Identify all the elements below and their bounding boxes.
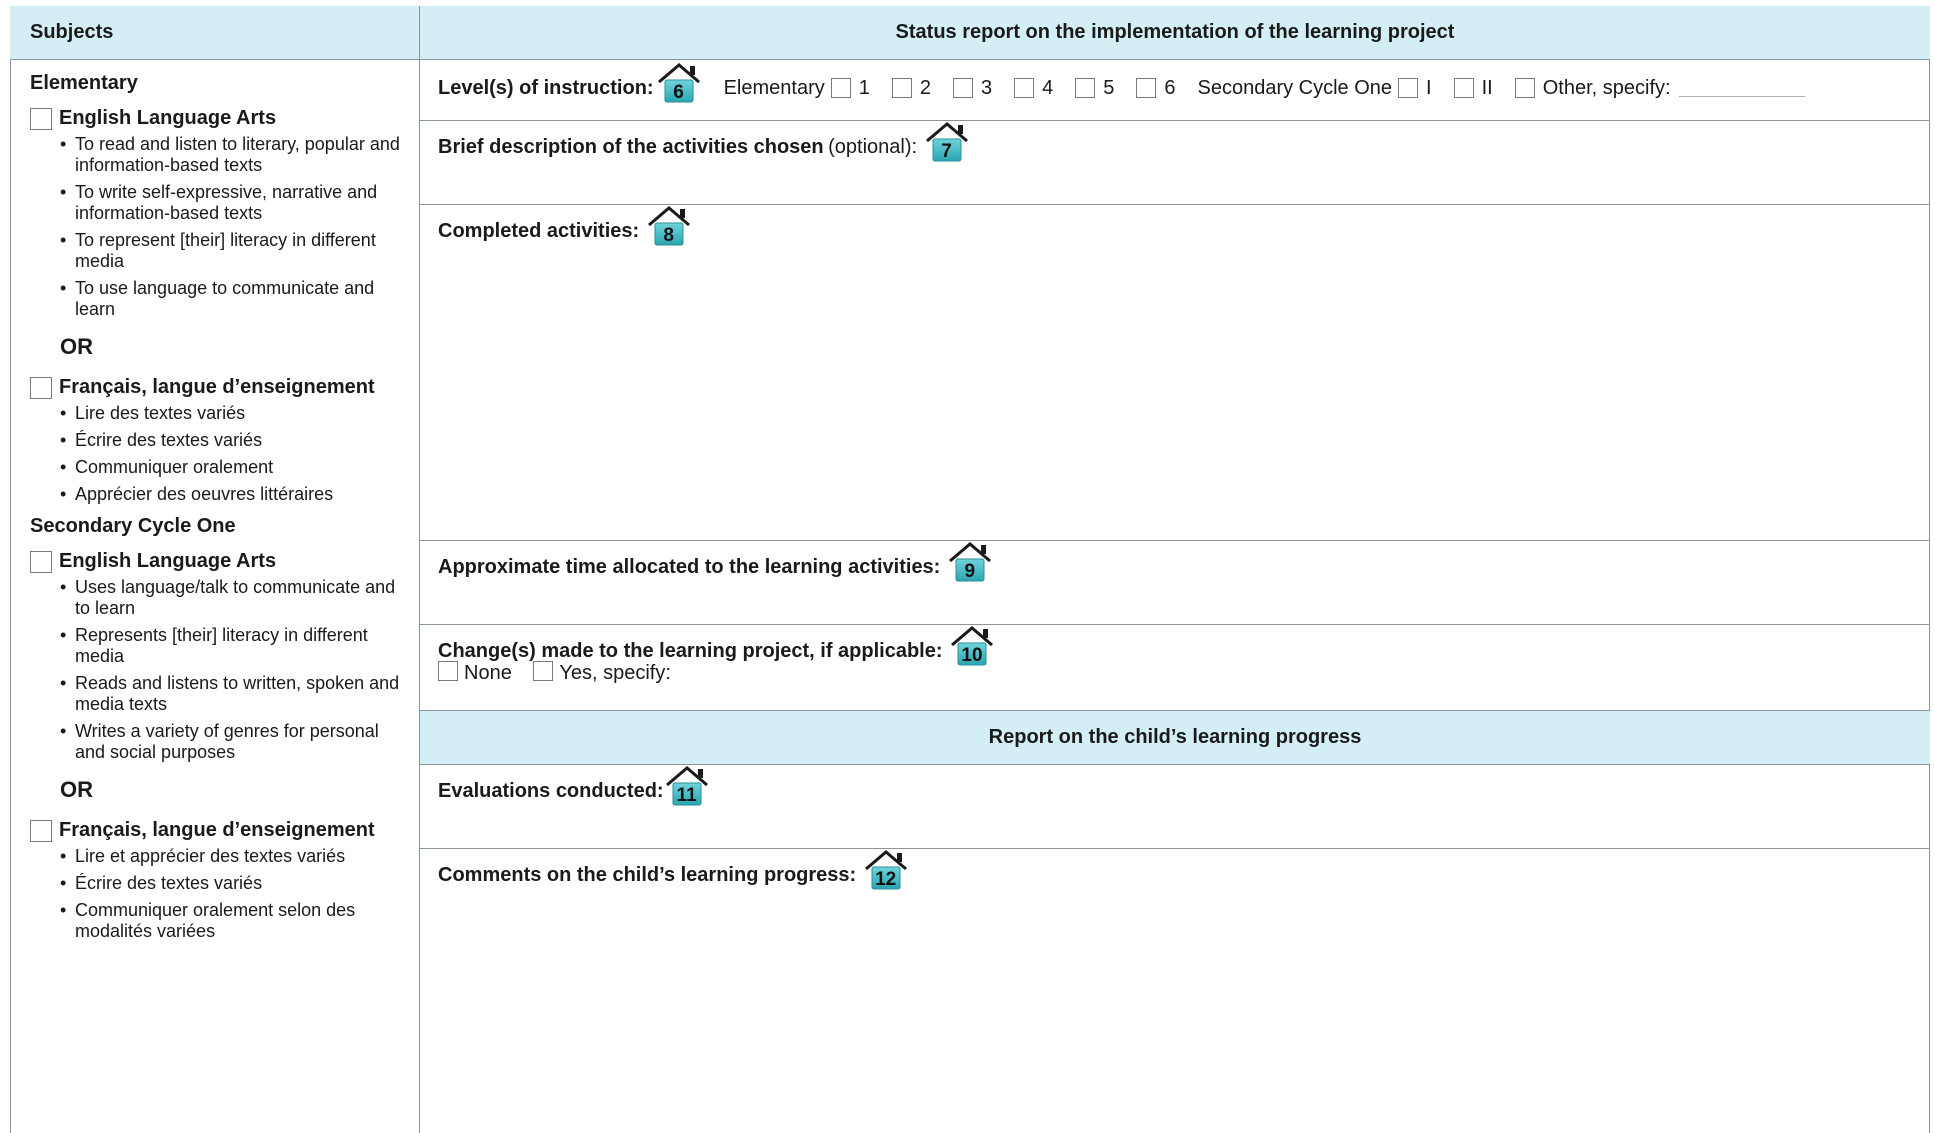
brief-section[interactable]: Brief description of the activities chos…: [420, 121, 1930, 205]
other-option[interactable]: Other, specify:: [1514, 77, 1671, 100]
secondary-title: Secondary Cycle One: [30, 515, 236, 537]
grade-checkbox[interactable]: [1014, 78, 1035, 98]
house-icon: 9: [947, 541, 993, 583]
sec-english-competencies: Uses language/talk to communicate and to…: [30, 577, 410, 763]
list-item: Écrire des textes variés: [60, 430, 410, 451]
list-item: Represents [their] literacy in different…: [60, 625, 410, 667]
subjects-header-text: Subjects: [30, 21, 114, 43]
subject-sec-english: English Language Arts: [30, 550, 410, 573]
elem-grade-5[interactable]: 5: [1075, 77, 1114, 100]
subjects-list: Elementary English Language Arts To read…: [30, 72, 410, 948]
grade-checkbox[interactable]: [1075, 78, 1096, 98]
status-report-header-text: Status report on the implementation of t…: [895, 21, 1455, 43]
grade-checkbox[interactable]: [1398, 78, 1419, 98]
icon-number: 9: [964, 561, 976, 582]
elem-grade-2[interactable]: 2: [891, 77, 931, 100]
levels-line: Level(s) of instruction: 6 Elementary 1 …: [438, 72, 1805, 104]
other-specify-field[interactable]: [1678, 80, 1805, 97]
elem-grade-1[interactable]: 1: [830, 77, 870, 100]
list-item: Apprécier des oeuvres littéraires: [60, 484, 410, 505]
elem-english-checkbox[interactable]: [30, 107, 52, 130]
changes-section: Change(s) made to the learning project, …: [420, 625, 1930, 710]
list-item: Writes a variety of genres for personal …: [60, 721, 410, 763]
yes-option[interactable]: Yes, specify:: [533, 661, 671, 684]
list-item: Communiquer oralement selon des modalité…: [60, 900, 410, 942]
icon-number: 10: [961, 645, 983, 666]
list-item: Communiquer oralement: [60, 457, 410, 478]
list-item: To represent [their] literacy in differe…: [60, 230, 410, 272]
sec-english-checkbox[interactable]: [30, 550, 52, 573]
list-item: To read and listen to literary, popular …: [60, 134, 410, 176]
brief-label: Brief description of the activities chos…: [438, 136, 824, 159]
secondary-label: Secondary Cycle One: [1197, 76, 1393, 99]
comments-section[interactable]: Comments on the child’s learning progres…: [420, 849, 1930, 1133]
elementary-label: Elementary: [723, 76, 825, 99]
none-option[interactable]: None: [438, 661, 512, 684]
completed-label: Completed activities:: [438, 220, 640, 243]
house-icon: 10: [949, 625, 995, 667]
progress-report-header: Report on the child’s learning progress: [420, 710, 1930, 765]
elem-grade-6[interactable]: 6: [1136, 77, 1175, 100]
sec-cycle-2[interactable]: II: [1453, 77, 1493, 100]
grade-checkbox[interactable]: [830, 78, 851, 98]
list-item: Lire des textes variés: [60, 403, 410, 424]
list-item: To use language to communicate and learn: [60, 278, 410, 320]
comments-label: Comments on the child’s learning progres…: [438, 864, 857, 887]
elementary-title: Elementary: [30, 72, 138, 94]
levels-section: Level(s) of instruction: 6 Elementary 1 …: [420, 60, 1930, 121]
house-icon: 11: [664, 765, 710, 807]
none-checkbox[interactable]: [438, 661, 458, 681]
subject-elem-english: English Language Arts: [30, 107, 410, 130]
subject-elem-french: Français, langue d’enseignement: [30, 376, 410, 399]
house-icon: 7: [924, 121, 970, 163]
elem-french-checkbox[interactable]: [30, 376, 52, 399]
other-checkbox[interactable]: [1514, 78, 1535, 98]
time-section[interactable]: Approximate time allocated to the learni…: [420, 541, 1930, 625]
grade-checkbox[interactable]: [1453, 78, 1474, 98]
sec-french-competencies: Lire et apprécier des textes variés Écri…: [30, 846, 410, 942]
list-item: Écrire des textes variés: [60, 873, 410, 894]
elem-french-label: Français, langue d’enseignement: [59, 376, 375, 398]
grade-checkbox[interactable]: [952, 78, 973, 98]
evaluations-label: Evaluations conducted:: [438, 780, 664, 803]
icon-number: 12: [875, 869, 897, 890]
grade-checkbox[interactable]: [891, 78, 912, 98]
house-icon: 8: [646, 205, 692, 247]
brief-optional: (optional):: [828, 136, 918, 159]
or-label: OR: [60, 777, 93, 802]
yes-checkbox[interactable]: [533, 661, 554, 681]
grade-checkbox[interactable]: [1136, 78, 1157, 98]
changes-label: Change(s) made to the learning project, …: [438, 640, 943, 663]
sec-french-label: Français, langue d’enseignement: [59, 819, 375, 841]
status-report-header: Status report on the implementation of t…: [420, 6, 1930, 60]
icon-number: 11: [676, 785, 697, 806]
time-label: Approximate time allocated to the learni…: [438, 556, 941, 579]
list-item: Lire et apprécier des textes variés: [60, 846, 410, 867]
elem-grade-3[interactable]: 3: [952, 77, 992, 100]
evaluations-section[interactable]: Evaluations conducted: 11: [420, 765, 1930, 849]
list-item: To write self-expressive, narrative and …: [60, 182, 410, 224]
completed-section[interactable]: Completed activities: 8: [420, 205, 1930, 541]
icon-number: 6: [673, 82, 684, 103]
sec-french-checkbox[interactable]: [30, 819, 52, 842]
sec-cycle-1[interactable]: I: [1398, 77, 1432, 100]
or-label: OR: [60, 334, 93, 359]
list-item: Reads and listens to written, spoken and…: [60, 673, 410, 715]
house-icon: 12: [863, 849, 909, 891]
house-icon: 6: [656, 62, 702, 104]
changes-options: None Yes, specify:: [438, 661, 1930, 685]
elem-french-competencies: Lire des textes variés Écrire des textes…: [30, 403, 410, 505]
elem-english-competencies: To read and listen to literary, popular …: [30, 134, 410, 320]
list-item: Uses language/talk to communicate and to…: [60, 577, 410, 619]
sec-english-label: English Language Arts: [59, 550, 277, 572]
levels-label: Level(s) of instruction:: [438, 76, 654, 99]
elem-grade-4[interactable]: 4: [1014, 77, 1053, 100]
subjects-header: Subjects: [10, 6, 420, 60]
elem-english-label: English Language Arts: [59, 107, 277, 129]
icon-number: 8: [663, 225, 674, 246]
icon-number: 7: [941, 141, 952, 162]
progress-report-header-text: Report on the child’s learning progress: [988, 726, 1362, 748]
subject-sec-french: Français, langue d’enseignement: [30, 819, 410, 842]
